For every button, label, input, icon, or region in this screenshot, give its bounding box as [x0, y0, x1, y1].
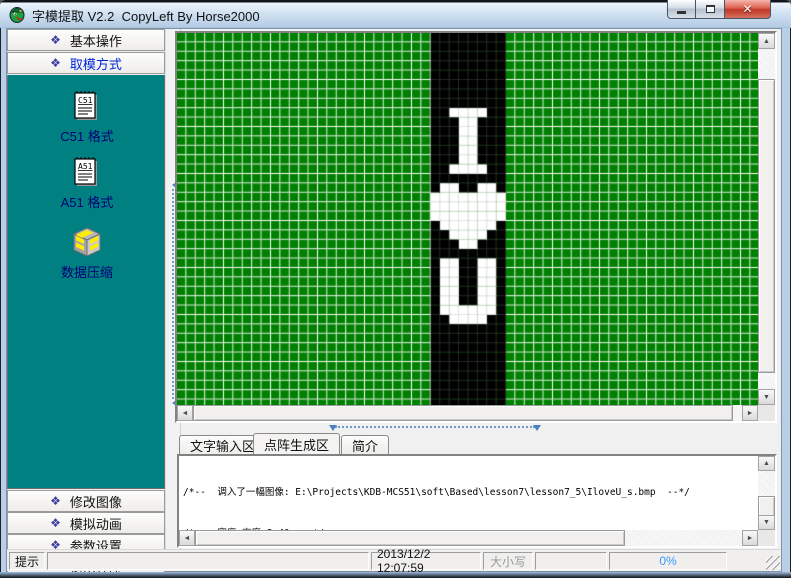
tab-label: 简介: [352, 436, 378, 455]
c51-notepad-icon: C51: [70, 89, 104, 123]
diamond-icon: ❖: [50, 517, 61, 529]
maximize-button[interactable]: [696, 0, 724, 19]
scrollbar-thumb[interactable]: [758, 79, 775, 373]
status-hint-label: 提示: [15, 553, 39, 570]
tool-label: C51 格式: [8, 126, 166, 145]
svg-text:A51: A51: [78, 162, 93, 171]
progress-label: 0%: [659, 554, 676, 568]
scroll-left-button[interactable]: ◄: [179, 530, 195, 546]
tab-intro[interactable]: 简介: [341, 435, 389, 454]
status-hint-panel: 提示: [9, 552, 45, 570]
tab-dot-matrix-output[interactable]: 点阵生成区: [253, 433, 340, 454]
status-datetime: 2013/12/2 12:07:59: [371, 552, 481, 570]
status-empty-panel: [535, 552, 607, 570]
status-message-panel: [47, 552, 369, 570]
output-vertical-scrollbar[interactable]: ▲ ▼: [758, 456, 775, 530]
grid-vertical-scrollbar[interactable]: ▲ ▼: [758, 33, 775, 405]
tab-label: 点阵生成区: [264, 435, 329, 454]
titlebar[interactable]: 字模提取 V2.2 CopyLeft By Horse2000 ✕: [0, 0, 791, 28]
window-bottom-border: [0, 572, 791, 578]
tool-data-compress[interactable]: 数据压缩: [8, 225, 166, 281]
pixel-grid-viewport: [177, 33, 758, 405]
sidebar-button-label: 修改图像: [70, 492, 122, 511]
app-icon: [9, 6, 26, 23]
scrollbar-thumb[interactable]: [195, 530, 625, 546]
status-progress: 0%: [609, 552, 727, 570]
diamond-icon: ❖: [50, 495, 61, 507]
yellow-cube-icon: [70, 225, 104, 259]
collapse-down-icon: [533, 425, 541, 431]
status-caps: 大小写: [483, 552, 533, 570]
sidebar-button-extract-mode[interactable]: ❖ 取模方式: [7, 52, 165, 74]
sidebar-button-basic-ops[interactable]: ❖ 基本操作: [7, 29, 165, 51]
scroll-right-button[interactable]: ►: [742, 530, 758, 546]
diamond-icon: ❖: [50, 34, 61, 46]
pixel-grid-frame: ▲ ▼ ◄ ►: [175, 31, 777, 423]
sidebar-button-simulate-animation[interactable]: ❖ 模拟动画: [7, 512, 165, 534]
scrollbar-thumb[interactable]: [193, 405, 733, 421]
svg-text:C51: C51: [78, 96, 93, 105]
close-icon: ✕: [742, 3, 752, 15]
caps-label: 大小写: [490, 553, 526, 570]
sidebar-button-edit-image[interactable]: ❖ 修改图像: [7, 490, 165, 512]
scroll-up-button[interactable]: ▲: [758, 33, 775, 49]
tool-a51-format[interactable]: A51 A51 格式: [8, 155, 166, 211]
minimize-icon: [677, 11, 686, 14]
sidebar-button-label: 取模方式: [70, 54, 122, 73]
diamond-icon: ❖: [50, 57, 61, 69]
tab-label: 文字输入区: [190, 436, 255, 455]
maximize-icon: [706, 5, 715, 13]
a51-notepad-icon: A51: [70, 155, 104, 189]
output-splitter[interactable]: [175, 423, 777, 432]
close-button[interactable]: ✕: [724, 0, 771, 19]
resize-grip[interactable]: [766, 556, 780, 570]
app-window: 字模提取 V2.2 CopyLeft By Horse2000 ✕ ❖ 基本操作…: [0, 0, 791, 578]
output-splitter-handle[interactable]: [335, 426, 535, 430]
output-panel: /*-- 调入了一幅图像: E:\Projects\KDB-MCS51\soft…: [177, 454, 777, 548]
grid-horizontal-scrollbar[interactable]: ◄ ►: [177, 405, 758, 421]
scroll-down-button[interactable]: ▼: [758, 515, 775, 530]
tool-label: 数据压缩: [8, 262, 166, 281]
tool-label: A51 格式: [8, 192, 166, 211]
scroll-down-button[interactable]: ▼: [758, 389, 775, 405]
scroll-right-button[interactable]: ►: [742, 405, 758, 421]
window-title: 字模提取 V2.2 CopyLeft By Horse2000: [32, 6, 260, 25]
scroll-left-button[interactable]: ◄: [177, 405, 193, 421]
output-line: /*-- 调入了一幅图像: E:\Projects\KDB-MCS51\soft…: [183, 486, 758, 500]
datetime-label: 2013/12/2 12:07:59: [377, 547, 475, 575]
pixel-grid-canvas[interactable]: [177, 33, 758, 405]
collapse-down-icon: [329, 425, 337, 431]
minimize-button[interactable]: [667, 0, 696, 19]
tool-panel: C51 C51 格式 A51 A51 格式: [7, 75, 165, 489]
status-bar: 提示 2013/12/2 12:07:59 大小写 0%: [7, 549, 781, 571]
output-textarea[interactable]: /*-- 调入了一幅图像: E:\Projects\KDB-MCS51\soft…: [179, 456, 758, 530]
output-horizontal-scrollbar[interactable]: ◄ ►: [179, 530, 758, 546]
scroll-up-button[interactable]: ▲: [758, 456, 775, 471]
tab-bar: 文字输入区 点阵生成区 简介: [177, 433, 777, 454]
sidebar-button-label: 基本操作: [70, 31, 122, 50]
client-area: ❖ 基本操作 ❖ 取模方式 C51 C51 格式: [6, 28, 782, 572]
tool-c51-format[interactable]: C51 C51 格式: [8, 89, 166, 145]
sidebar-button-label: 模拟动画: [70, 514, 122, 533]
